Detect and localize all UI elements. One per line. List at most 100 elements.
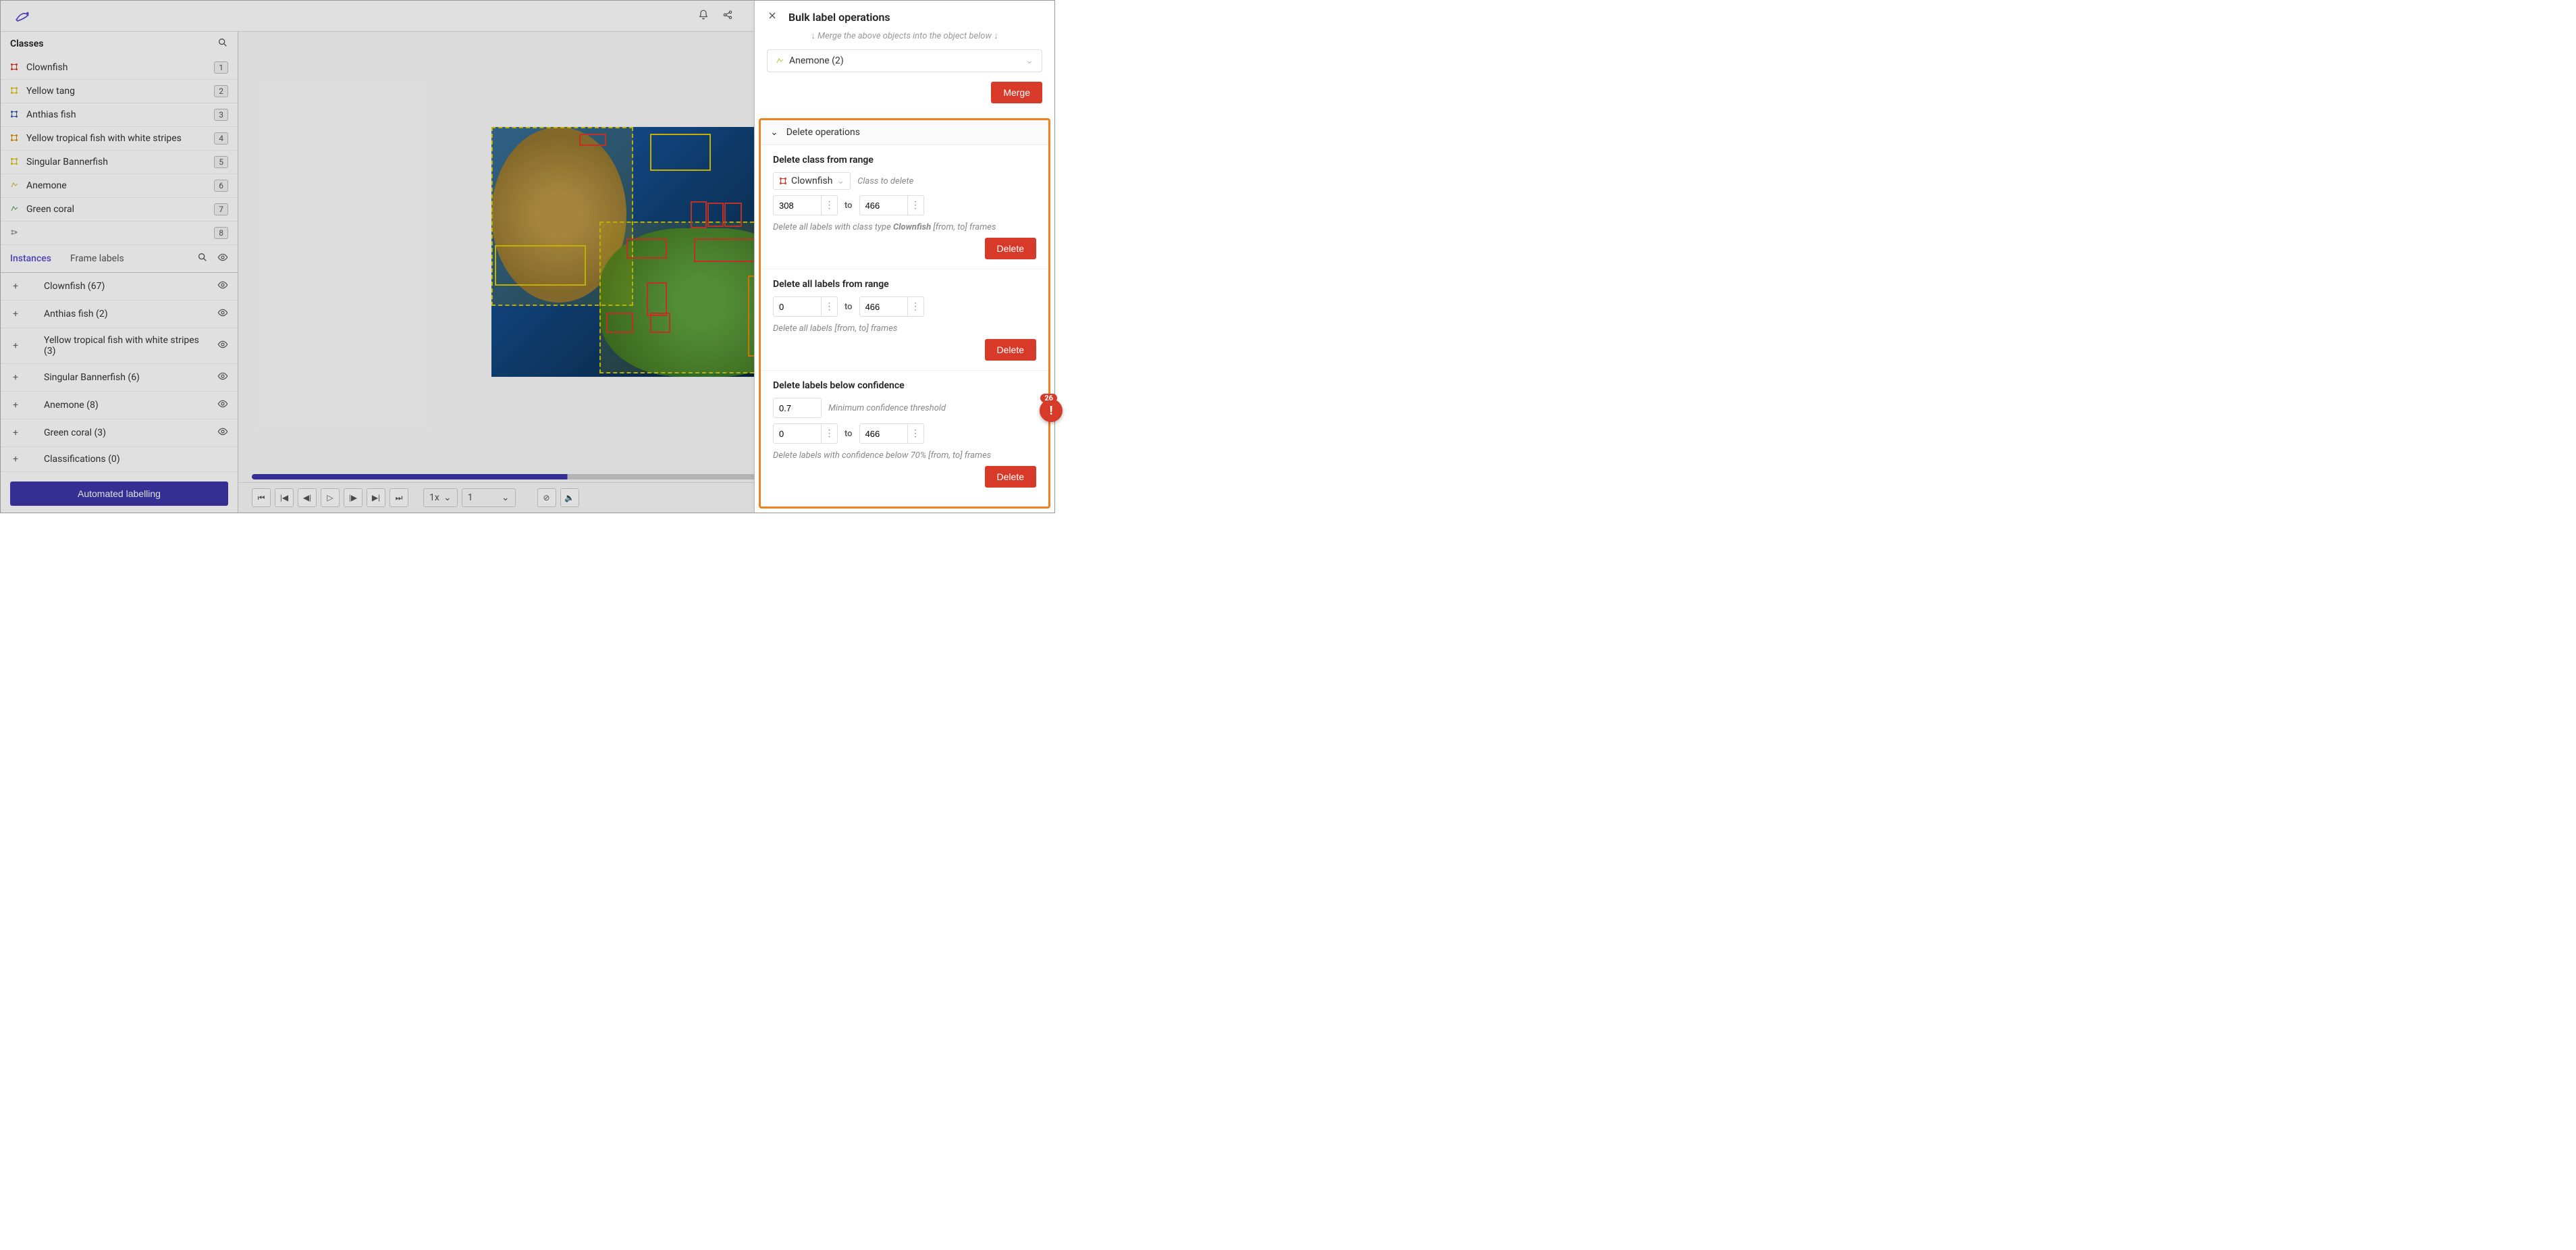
delete-range-button[interactable]: Delete [985,339,1036,361]
alert-icon[interactable]: ! [1040,399,1063,422]
class-row[interactable]: Anthias fish3 [1,103,238,127]
prev-frame-button[interactable]: ◀| [298,488,317,507]
stepper-icon[interactable]: ⋮ [821,196,837,215]
next-keyframe-button[interactable]: ▶| [367,488,385,507]
merge-button[interactable]: Merge [991,82,1042,103]
merge-target-select[interactable]: Anemone (2) ⌄ [767,49,1042,72]
to-frame-input[interactable]: ⋮ [859,195,924,215]
stepper-icon[interactable]: ⋮ [907,297,923,316]
automated-labelling-button[interactable]: Automated labelling [10,481,228,506]
merge-target-label: Anemone (2) [789,55,844,66]
panel-title: Bulk label operations [788,11,890,24]
class-name: Singular Bannerfish [26,157,108,167]
confidence-value[interactable] [774,403,821,413]
expand-icon[interactable]: + [10,372,21,383]
close-icon[interactable] [767,10,778,24]
instance-row[interactable]: + Anthias fish (2) [1,301,238,328]
expand-icon[interactable]: + [10,309,21,319]
volume-button[interactable]: 🔈 [560,488,579,507]
to-frame-value[interactable] [860,201,907,211]
class-row[interactable]: Yellow tropical fish with white stripes4 [1,127,238,151]
from-frame-input[interactable]: ⋮ [773,423,838,444]
frame-input[interactable]: 1⌄ [462,488,516,507]
instance-row[interactable]: + Classifications (0) [1,447,238,472]
stepper-icon[interactable]: ⋮ [907,424,923,443]
from-frame-value[interactable] [774,429,821,439]
confidence-hint: Minimum confidence threshold [828,403,946,413]
delete-class-section: Delete class from range Clownfish ⌄ Clas… [761,145,1048,269]
eye-icon[interactable] [217,252,228,265]
class-row[interactable]: 8 [1,222,238,245]
tab-instances[interactable]: Instances [10,253,51,264]
class-row[interactable]: Green coral7 [1,198,238,222]
skip-first-button[interactable]: ⏮ [252,488,271,507]
bulk-operations-panel: Bulk label operations ↓ Merge the above … [754,1,1054,513]
eye-icon[interactable] [217,426,228,440]
expand-icon[interactable]: + [10,427,21,438]
expand-icon[interactable]: + [10,400,21,411]
class-row[interactable]: Singular Bannerfish5 [1,151,238,174]
expand-icon[interactable]: + [10,454,21,465]
notification-bell-icon[interactable] [698,9,709,23]
class-select[interactable]: Clownfish ⌄ [773,172,851,190]
play-button[interactable]: ▷ [321,488,340,507]
delete-conf-button[interactable]: Delete [985,466,1036,488]
delete-range-heading: Delete all labels from range [773,279,1036,290]
eye-icon[interactable] [217,398,228,412]
skip-last-button[interactable]: ⏭ [390,488,408,507]
eye-icon[interactable] [217,339,228,353]
eye-icon[interactable] [217,307,228,321]
search-icon[interactable] [197,252,208,265]
from-frame-input[interactable]: ⋮ [773,296,838,317]
stepper-icon[interactable]: ⋮ [821,297,837,316]
to-frame-input[interactable]: ⋮ [859,296,924,317]
speed-select[interactable]: 1x⌄ [423,488,458,507]
stepper-icon[interactable]: ⋮ [821,424,837,443]
class-shape-icon [10,157,20,167]
instance-row[interactable]: +Yellow tropical fish with white stripes… [1,328,238,364]
expand-icon[interactable]: + [10,340,21,351]
to-label: to [844,201,853,211]
delete-range-section: Delete all labels from range ⋮ to ⋮ Dele… [761,269,1048,371]
class-row[interactable]: Anemone6 [1,174,238,198]
class-hotkey-badge: 4 [214,132,228,145]
instance-row[interactable]: + Singular Bannerfish (6) [1,364,238,392]
from-frame-value[interactable] [774,302,821,312]
delete-conf-hint: Delete labels with confidence below 70% … [773,450,991,461]
from-frame-value[interactable] [774,201,821,211]
speed-value: 1x [429,492,439,503]
class-row[interactable]: Clownfish1 [1,56,238,80]
delete-ops-header[interactable]: ⌄ Delete operations [761,120,1048,145]
expand-icon[interactable]: + [10,281,21,292]
instance-row[interactable]: +Green coral (3) [1,419,238,447]
to-label: to [844,429,853,439]
class-hotkey-badge: 8 [214,227,228,239]
tab-frame-labels[interactable]: Frame labels [70,253,124,264]
instance-label: Clownfish (67) [30,281,208,292]
to-frame-input[interactable]: ⋮ [859,423,924,444]
instance-row[interactable]: +Anemone (8) [1,392,238,419]
to-frame-value[interactable] [860,429,907,439]
prev-keyframe-button[interactable]: |◀ [275,488,294,507]
stepper-icon[interactable]: ⋮ [907,196,923,215]
instance-label: Classifications (0) [30,454,228,465]
delete-class-button[interactable]: Delete [985,238,1036,259]
confidence-input[interactable] [773,398,822,418]
next-frame-button[interactable]: |▶ [344,488,363,507]
class-hotkey-badge: 1 [214,61,228,74]
compass-button[interactable]: ⊘ [537,488,556,507]
to-frame-value[interactable] [860,302,907,312]
search-icon[interactable] [217,37,228,51]
instance-row[interactable]: + Clownfish (67) [1,273,238,301]
class-shape-icon [10,181,20,190]
eye-icon[interactable] [217,371,228,384]
instance-label: Anthias fish (2) [30,309,208,319]
class-row[interactable]: Yellow tang2 [1,80,238,103]
class-hotkey-badge: 7 [214,203,228,215]
chevron-down-icon: ⌄ [502,492,510,503]
eye-icon[interactable] [217,280,228,293]
share-icon[interactable] [722,9,733,23]
instance-label: Singular Bannerfish (6) [30,372,208,383]
from-frame-input[interactable]: ⋮ [773,195,838,215]
class-select-hint: Class to delete [857,176,913,186]
